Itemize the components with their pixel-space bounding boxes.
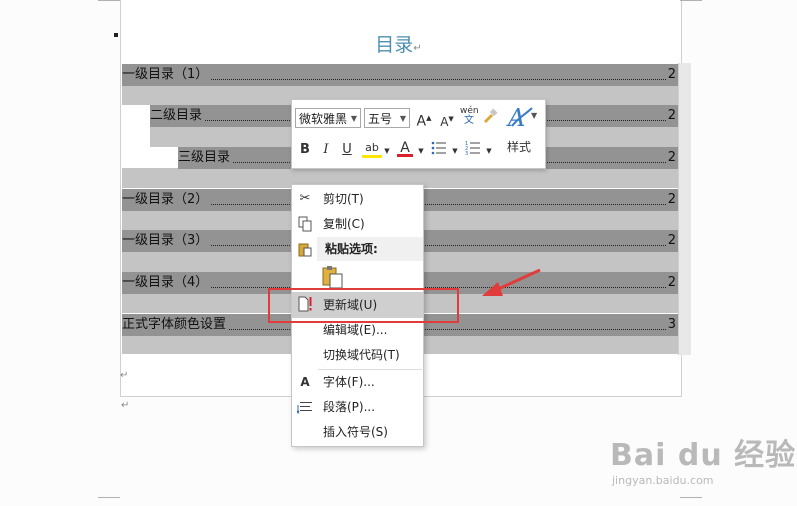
toc-page-number: 2 (665, 230, 676, 252)
toc-entry-text: 一级目录（3） (122, 230, 211, 252)
paragraph-mark: ↵ (120, 370, 129, 381)
menu-item-copy[interactable]: 复制(C) (292, 212, 423, 237)
toc-entry-text: 一级目录（1） (122, 64, 211, 86)
toc-page-number: 2 (665, 64, 676, 86)
toc-entry-text: 三级目录 (178, 147, 233, 169)
toc-page-number: 3 (665, 314, 676, 336)
chevron-down-icon: ▼ (399, 114, 406, 123)
highlight-button[interactable]: ab (362, 140, 382, 158)
menu-header-paste-options: 粘贴选项: (292, 237, 423, 262)
chevron-down-icon[interactable]: ▼ (383, 143, 391, 159)
mini-toolbar: 微软雅黑 ▼ 五号 ▼ A▲ A▼ wén 文 A ▼ 样式 B I U ab ▼ A … (291, 99, 546, 169)
toc-page-number: 2 (665, 105, 676, 127)
menu-item-cut[interactable]: ✂ 剪切(T) (292, 187, 423, 212)
svg-text:3: 3 (465, 151, 468, 156)
format-painter-icon[interactable] (481, 108, 499, 129)
menu-item-insert-symbol[interactable]: 插入符号(S) (292, 420, 423, 445)
toc-page-number: 2 (665, 272, 676, 294)
font-name-dropdown[interactable]: 微软雅黑 ▼ (295, 108, 361, 128)
chevron-down-icon: ▼ (350, 114, 357, 123)
toc-entry-text: 二级目录 (150, 105, 205, 127)
menu-item-toggle-field-codes[interactable]: 切换域代码(T) (292, 343, 423, 368)
page-corner-mark (98, 0, 120, 1)
chevron-down-icon[interactable]: ▼ (417, 143, 425, 159)
page-corner-mark (98, 497, 120, 498)
chevron-down-icon[interactable]: ▼ (485, 143, 493, 159)
highlight-color-bar (362, 155, 382, 158)
annotation-arrow-icon (482, 268, 541, 296)
styles-label: 样式 (507, 140, 532, 154)
menu-item-font[interactable]: A 字体(F)... (292, 370, 423, 395)
grow-font-button[interactable]: A▲ (416, 110, 432, 130)
scissors-icon: ✂ (299, 191, 311, 206)
page-corner-mark (680, 0, 702, 1)
numbered-list-icon[interactable]: 123 (464, 140, 482, 161)
paste-icon (297, 241, 313, 257)
bullets-list-icon[interactable] (430, 140, 448, 161)
underline-button[interactable]: U (340, 142, 354, 158)
toc-entry-text: 正式字体颜色设置 (122, 314, 229, 336)
svg-text:▼: ▼ (531, 111, 538, 120)
paste-keep-format-button[interactable] (321, 265, 345, 289)
bold-button[interactable]: B (298, 142, 312, 158)
chevron-down-icon[interactable]: ▼ (451, 143, 459, 159)
baidu-jingyan-watermark: Bai du 经验 jingyan.baidu.com (610, 430, 796, 487)
toc-entry-level1[interactable]: 一级目录（1） 2 (122, 64, 678, 86)
toc-title: 目录↵ (375, 34, 422, 56)
svg-text:A: A (506, 104, 525, 132)
toc-entry-text: 一级目录（2） (122, 189, 211, 211)
watermark-url: jingyan.baidu.com (612, 474, 714, 487)
styles-icon[interactable]: A ▼ (506, 104, 538, 132)
paragraph-icon (296, 399, 313, 415)
menu-item-paragraph[interactable]: 段落(P)... (292, 395, 423, 420)
font-icon: A (300, 375, 310, 389)
shrink-font-button[interactable]: A▼ (439, 111, 455, 130)
watermark-brand: Bai du 经验 (610, 438, 797, 473)
annotation-highlight-box (268, 288, 459, 323)
page-corner-mark (680, 497, 702, 498)
toc-page-number: 2 (665, 189, 676, 211)
paragraph-mark: ↵ (121, 400, 130, 411)
toc-entry-text: 一级目录（4） (122, 272, 211, 294)
italic-button[interactable]: I (319, 142, 333, 158)
toc-page-number: 2 (665, 147, 676, 169)
font-size-dropdown[interactable]: 五号 ▼ (364, 108, 410, 128)
phonetic-guide-button[interactable]: wén 文 (460, 106, 479, 126)
field-scroll-edge (678, 63, 691, 355)
copy-icon (297, 216, 313, 232)
font-color-button[interactable]: A (397, 140, 413, 157)
